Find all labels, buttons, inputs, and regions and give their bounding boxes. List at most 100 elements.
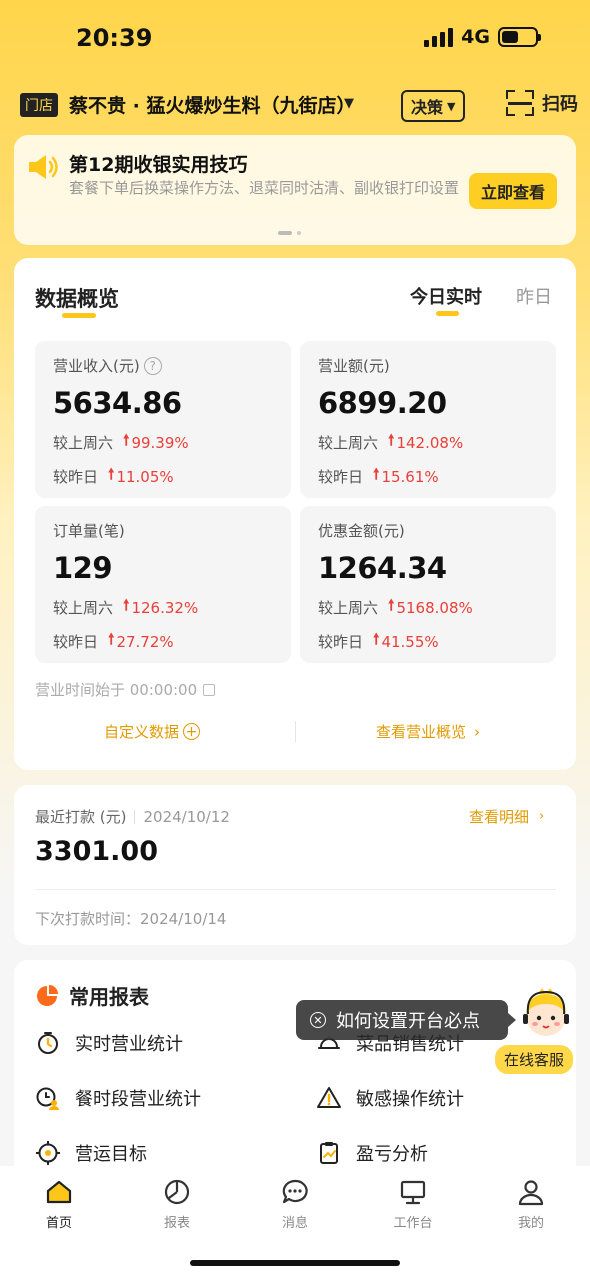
report-icon [164, 1179, 190, 1205]
report-label: 实时营业统计 [75, 1034, 183, 1055]
business-time[interactable]: 营业时间始于 00:00:00 [35, 679, 216, 700]
tab-label: 报表 [163, 1216, 190, 1231]
carousel-dots [278, 231, 301, 235]
compare-label: 较昨日 [53, 633, 99, 651]
home-indicator [190, 1260, 400, 1266]
metric-week-compare: 较上周六 🠕 99.39% [53, 430, 291, 455]
divider [295, 721, 296, 742]
store-selector[interactable]: 蔡不贵 · 猛火爆炒生料（九街店） [69, 91, 355, 118]
tab-today[interactable]: 今日实时 [410, 283, 482, 309]
tab-label: 工作台 [393, 1216, 433, 1231]
caret-down-icon[interactable]: ▼ [344, 96, 354, 111]
help-icon[interactable]: ? [143, 356, 162, 375]
battery-icon [498, 27, 541, 47]
metric-turnover[interactable]: 营业额(元) 6899.20 较上周六 🠕 142.08% 较昨日 🠕 15.61% [300, 341, 556, 498]
arrow-up-icon: 🠕 [108, 630, 115, 648]
tab-profile[interactable]: 我的 [486, 1178, 576, 1231]
payment-amount: 3301.00 [35, 836, 158, 867]
report-label: 盈亏分析 [356, 1144, 428, 1165]
change-up: 🠕 5168.08% [388, 595, 473, 620]
store-tag: 门店 [20, 93, 58, 117]
banner-description: 套餐下单后换菜操作方法、退菜同时沽清、副收银打印设置 [69, 179, 460, 197]
close-icon[interactable]: ✕ [310, 1012, 326, 1028]
online-service-button[interactable]: 在线客服 [494, 1044, 575, 1075]
edit-icon[interactable] [203, 683, 216, 696]
arrow-up-icon: 🠕 [108, 465, 115, 483]
status-indicators: 4G [424, 26, 541, 48]
view-overview-label: 查看营业概览 [376, 723, 467, 741]
arrow-up-icon: 🠕 [373, 465, 380, 483]
signal-icon [424, 27, 454, 47]
change-value: 126.32% [131, 598, 199, 617]
report-realtime-sales[interactable]: 实时营业统计 [35, 1030, 183, 1056]
tab-yesterday[interactable]: 昨日 [516, 283, 552, 309]
metric-week-compare: 较上周六 🠕 126.32% [53, 595, 291, 620]
help-tooltip[interactable]: ✕ 如何设置开台必点 [296, 1000, 516, 1040]
change-up: 🠕 11.05% [108, 464, 174, 489]
scan-button[interactable]: 扫码 [506, 90, 578, 116]
change-value: 15.61% [381, 467, 439, 486]
change-value: 99.39% [131, 433, 189, 452]
message-icon [282, 1179, 308, 1204]
metric-value: 1264.34 [318, 551, 447, 585]
metric-value: 6899.20 [318, 386, 447, 420]
report-profit-loss[interactable]: 盈亏分析 [316, 1140, 428, 1166]
overview-title: 数据概览 [35, 287, 119, 311]
megaphone-icon [29, 155, 58, 179]
view-detail-link[interactable]: 查看明细 › [469, 806, 544, 827]
view-detail-label: 查看明细 [469, 808, 530, 826]
title-underline [62, 313, 96, 318]
compare-label: 较上周六 [53, 434, 114, 452]
compare-label: 较上周六 [318, 599, 379, 617]
compare-label: 较昨日 [53, 468, 99, 486]
reports-title: 常用报表 [69, 985, 149, 1009]
metric-value: 129 [53, 551, 113, 585]
metric-day-compare: 较昨日 🠕 15.61% [318, 464, 556, 489]
arrow-up-icon: 🠕 [388, 431, 395, 449]
metric-label: 订单量(笔) [53, 522, 125, 540]
view-overview-link[interactable]: 查看营业概览 › [376, 721, 480, 742]
separator [134, 809, 136, 824]
change-up: 🠕 126.32% [123, 595, 198, 620]
metric-label-row: 优惠金额(元) [318, 520, 556, 541]
metric-day-compare: 较昨日 🠕 27.72% [53, 629, 291, 654]
monitor-icon [400, 1180, 426, 1205]
tab-workbench[interactable]: 工作台 [368, 1178, 458, 1231]
payment-label: 最近打款 (元) [35, 808, 127, 826]
tab-messages[interactable]: 消息 [250, 1178, 340, 1231]
report-label: 敏感操作统计 [356, 1089, 464, 1110]
report-operation-goal[interactable]: 营运目标 [35, 1140, 147, 1166]
compare-label: 较上周六 [53, 599, 114, 617]
payment-date: 2024/10/12 [143, 807, 230, 826]
metric-value: 5634.86 [53, 386, 182, 420]
plus-circle-icon: + [183, 723, 201, 740]
timer-icon [38, 1032, 58, 1054]
tooltip-text: 如何设置开台必点 [336, 1011, 480, 1032]
arrow-up-icon: 🠕 [123, 596, 130, 614]
payment-header: 最近打款 (元) 2024/10/12 [35, 806, 230, 827]
change-up: 🠕 99.39% [123, 430, 189, 455]
report-meal-period[interactable]: 餐时段营业统计 [35, 1085, 201, 1111]
report-sensitive-ops[interactable]: 敏感操作统计 [316, 1085, 464, 1111]
change-up: 🠕 41.55% [373, 629, 439, 654]
change-up: 🠕 27.72% [108, 629, 174, 654]
metric-orders[interactable]: 订单量(笔) 129 较上周六 🠕 126.32% 较昨日 🠕 27.72% [35, 506, 291, 663]
tab-home[interactable]: 首页 [14, 1178, 104, 1231]
tab-reports[interactable]: 报表 [132, 1178, 222, 1231]
scan-label: 扫码 [542, 94, 578, 115]
clock-user-icon [36, 1087, 59, 1110]
caret-down-icon: ▼ [447, 99, 456, 113]
change-up: 🠕 15.61% [373, 464, 439, 489]
network-label: 4G [461, 26, 490, 48]
tab-indicator [436, 311, 459, 316]
decision-button[interactable]: 决策 ▼ [401, 90, 466, 122]
metric-discount[interactable]: 优惠金额(元) 1264.34 较上周六 🠕 5168.08% 较昨日 🠕 41.5… [300, 506, 556, 663]
compare-label: 较昨日 [318, 633, 364, 651]
metric-label-row: 营业额(元) [318, 355, 556, 376]
custom-data-button[interactable]: 自定义数据 + [104, 721, 201, 742]
compare-label: 较上周六 [318, 434, 379, 452]
metric-revenue[interactable]: 营业收入(元) ? 5634.86 较上周六 🠕 99.39% 较昨日 🠕 11.0… [35, 341, 291, 498]
custom-data-label: 自定义数据 [104, 723, 180, 741]
mascot-icon[interactable] [516, 986, 576, 1046]
view-now-button[interactable]: 立即查看 [469, 173, 558, 209]
